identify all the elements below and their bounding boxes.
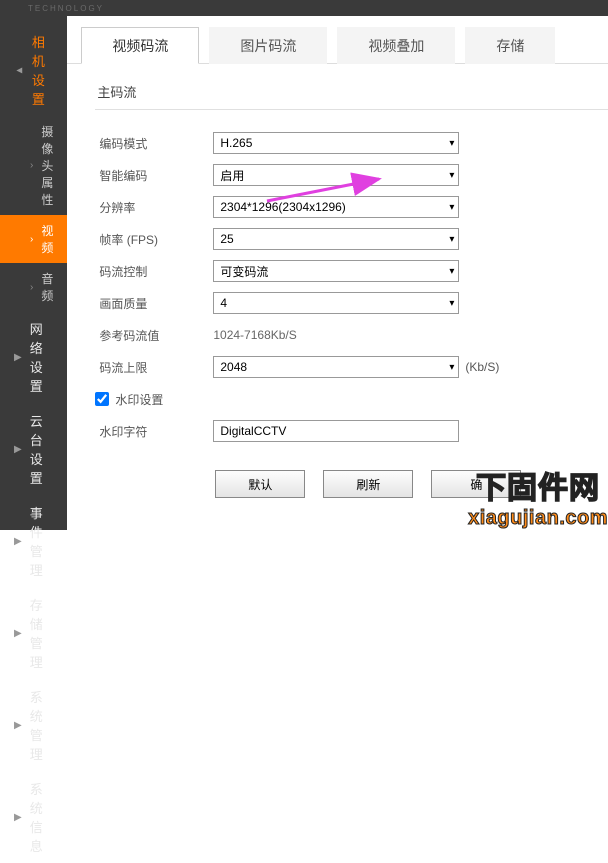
quality-label: 画面质量 xyxy=(95,295,213,312)
chevron-down-icon: ▾ xyxy=(449,138,454,149)
nav-group-label: 相机设置 xyxy=(32,32,53,108)
triangle-down-icon: ▼ xyxy=(13,65,24,75)
sidebar: ▼ 相机设置 › 摄像头属性 › 视频 › 音频 ▶ 网络设置 ▶ 云台设置 ▶… xyxy=(0,16,67,530)
resolution-select[interactable]: 2304*1296(2304x1296) ▾ xyxy=(213,196,459,218)
bitrate-max-label: 码流上限 xyxy=(95,359,213,376)
triangle-right-icon: ▶ xyxy=(14,628,22,639)
nav-group-event[interactable]: ▶ 事件管理 xyxy=(0,495,67,587)
brand-subtext: TECHNOLOGY xyxy=(28,4,104,13)
nav-group-label: 系统管理 xyxy=(30,687,54,763)
bitrate-control-select[interactable]: 可变码流 ▾ xyxy=(213,260,459,282)
brand-bar: TECHNOLOGY xyxy=(0,0,608,16)
nav-group-label: 云台设置 xyxy=(30,411,54,487)
watermark-text-input[interactable] xyxy=(213,420,459,442)
tab-image-stream[interactable]: 图片码流 xyxy=(209,27,327,64)
chevron-right-icon: › xyxy=(30,282,33,293)
bitrate-control-label: 码流控制 xyxy=(95,263,213,280)
sidebar-item-audio[interactable]: › 音频 xyxy=(0,263,67,311)
nav-group-system[interactable]: ▶ 系统管理 xyxy=(0,679,67,771)
smart-encode-label: 智能编码 xyxy=(95,167,213,184)
refresh-button[interactable]: 刷新 xyxy=(323,470,413,498)
fps-select[interactable]: 25 ▾ xyxy=(213,228,459,250)
nav-group-label: 网络设置 xyxy=(30,319,54,395)
sidebar-item-label: 视频 xyxy=(41,222,53,256)
chevron-down-icon: ▾ xyxy=(449,170,454,181)
nav-group-label: 系统信息 xyxy=(30,779,54,855)
triangle-right-icon: ▶ xyxy=(14,812,22,823)
nav-group-camera[interactable]: ▼ 相机设置 xyxy=(0,24,67,116)
watermark-text-label: 水印字符 xyxy=(95,423,213,440)
site-watermark: 下固件网 xiagujian.com xyxy=(468,463,608,530)
nav-group-ptz[interactable]: ▶ 云台设置 xyxy=(0,403,67,495)
chevron-down-icon: ▾ xyxy=(449,298,454,309)
sidebar-item-label: 摄像头属性 xyxy=(41,123,53,208)
chevron-right-icon: › xyxy=(30,234,33,245)
resolution-label: 分辨率 xyxy=(95,199,213,216)
tab-video-overlay[interactable]: 视频叠加 xyxy=(337,27,455,64)
triangle-right-icon: ▶ xyxy=(14,720,22,731)
encode-mode-label: 编码模式 xyxy=(95,135,213,152)
ref-bitrate-value: 1024-7168Kb/S xyxy=(213,328,296,342)
fps-label: 帧率 (FPS) xyxy=(95,231,213,248)
main-stream-panel: 主码流 编码模式 H.265 ▾ 智能编码 启用 ▾ 分辨率 2304*1296… xyxy=(67,64,608,498)
panel-title: 主码流 xyxy=(95,82,608,110)
tab-storage[interactable]: 存储 xyxy=(465,27,555,64)
content: 视频码流 图片码流 视频叠加 存储 主码流 编码模式 H.265 ▾ 智能编码 … xyxy=(67,16,608,530)
nav-group-label: 存储管理 xyxy=(30,595,54,671)
watermark-line1: 下固件网 xyxy=(468,463,608,507)
bitrate-max-unit: (Kb/S) xyxy=(465,360,499,374)
watermark-checkbox[interactable] xyxy=(95,392,109,406)
default-button[interactable]: 默认 xyxy=(215,470,305,498)
encode-mode-select[interactable]: H.265 ▾ xyxy=(213,132,459,154)
watermark-line2: xiagujian.com xyxy=(468,507,608,530)
sidebar-item-video[interactable]: › 视频 xyxy=(0,215,67,263)
chevron-down-icon: ▾ xyxy=(449,234,454,245)
chevron-down-icon: ▾ xyxy=(449,362,454,373)
chevron-down-icon: ▾ xyxy=(449,202,454,213)
tabs: 视频码流 图片码流 视频叠加 存储 xyxy=(67,26,608,64)
triangle-right-icon: ▶ xyxy=(14,536,22,547)
sidebar-item-label: 音频 xyxy=(41,270,53,304)
bitrate-max-select[interactable]: 2048 ▾ xyxy=(213,356,459,378)
tab-video-stream[interactable]: 视频码流 xyxy=(81,27,199,64)
watermark-cfg-label: 水印设置 xyxy=(115,391,163,408)
nav-group-label: 事件管理 xyxy=(30,503,54,579)
chevron-down-icon: ▾ xyxy=(449,266,454,277)
nav-group-network[interactable]: ▶ 网络设置 xyxy=(0,311,67,403)
quality-select[interactable]: 4 ▾ xyxy=(213,292,459,314)
smart-encode-select[interactable]: 启用 ▾ xyxy=(213,164,459,186)
sidebar-item-camera-props[interactable]: › 摄像头属性 xyxy=(0,116,67,215)
triangle-right-icon: ▶ xyxy=(14,444,22,455)
chevron-right-icon: › xyxy=(30,160,33,171)
nav-group-storage[interactable]: ▶ 存储管理 xyxy=(0,587,67,679)
ref-bitrate-label: 参考码流值 xyxy=(95,327,213,344)
triangle-right-icon: ▶ xyxy=(14,352,22,363)
nav-group-sysinfo[interactable]: ▶ 系统信息 xyxy=(0,771,67,863)
